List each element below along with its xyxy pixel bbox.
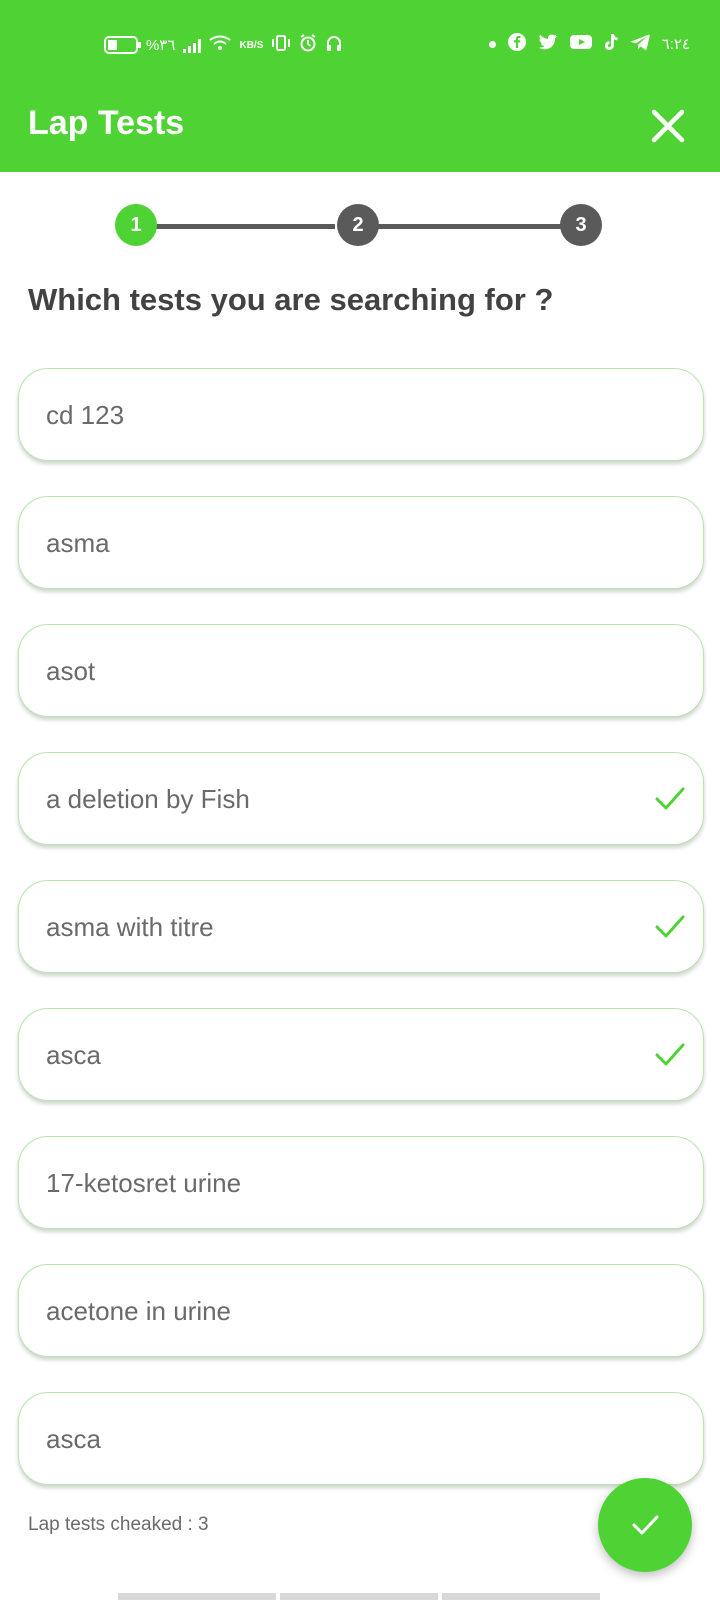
test-item[interactable]: asma <box>18 496 704 589</box>
step-number: 2 <box>352 213 364 236</box>
youtube-icon <box>569 34 592 54</box>
test-item[interactable]: acetone in urine <box>18 1264 704 1357</box>
test-item[interactable]: asot <box>18 624 704 717</box>
test-label: a deletion by Fish <box>46 784 250 814</box>
close-button[interactable] <box>648 106 688 146</box>
notification-dot-icon <box>488 40 496 48</box>
page-title: Lap Tests <box>28 104 185 142</box>
check-icon <box>655 915 685 938</box>
telegram-icon <box>630 34 650 54</box>
step-3[interactable]: 3 <box>560 204 602 246</box>
twitter-icon <box>538 34 558 54</box>
check-icon <box>655 787 685 810</box>
step-1[interactable]: 1 <box>115 204 157 246</box>
bottom-indicator <box>118 1593 600 1600</box>
battery-icon <box>104 36 141 54</box>
signal-icon <box>183 37 202 53</box>
step-number: 3 <box>575 213 587 236</box>
stepper-connector <box>155 224 335 229</box>
status-bar-right: ٦:٢٤ <box>488 33 690 55</box>
test-item[interactable]: 17-ketosret urine <box>18 1136 704 1229</box>
network-speed: KB/S <box>239 39 264 51</box>
test-label: asca <box>46 1424 101 1454</box>
indicator-segment <box>118 1593 276 1600</box>
close-icon <box>651 109 685 143</box>
app-bar: %٣٦ KB/S ٦:٢٤ Lap Tests <box>0 0 720 172</box>
check-icon <box>655 1043 685 1066</box>
step-2[interactable]: 2 <box>337 204 379 246</box>
check-icon <box>632 1515 659 1535</box>
test-label: asma <box>46 528 110 558</box>
test-label: acetone in urine <box>46 1296 232 1326</box>
test-item[interactable]: asca <box>18 1392 704 1485</box>
test-label: asca <box>46 1040 101 1070</box>
progress-stepper: 1 2 3 <box>115 204 605 248</box>
stepper-connector <box>377 224 563 229</box>
wifi-icon <box>209 35 232 55</box>
test-label: asot <box>46 656 96 686</box>
test-label: cd 123 <box>46 400 125 430</box>
test-item[interactable]: asca <box>18 1008 704 1101</box>
test-label: asma with titre <box>46 912 214 942</box>
indicator-segment <box>442 1593 600 1600</box>
step-number: 1 <box>130 213 142 236</box>
vibrate-icon <box>271 35 291 55</box>
test-list: cd 123 asma asot a deletion by Fish asma wit… <box>18 368 704 1520</box>
test-item[interactable]: cd 123 <box>18 368 704 461</box>
clock-time: ٦:٢٤ <box>661 36 690 53</box>
question-heading: Which tests you are searching for ? <box>28 282 554 317</box>
headset-icon <box>325 34 343 56</box>
indicator-segment <box>280 1593 438 1600</box>
checked-count-label: Lap tests cheaked : 3 <box>28 1514 209 1535</box>
confirm-button[interactable] <box>598 1478 692 1572</box>
test-item[interactable]: asma with titre <box>18 880 704 973</box>
alarm-icon <box>299 34 317 56</box>
test-item[interactable]: a deletion by Fish <box>18 752 704 845</box>
tiktok-icon <box>604 33 618 55</box>
test-label: 17-ketosret urine <box>46 1168 242 1198</box>
battery-percent: %٣٦ <box>146 37 176 54</box>
status-bar: %٣٦ KB/S ٦:٢٤ <box>0 0 720 92</box>
status-bar-left: %٣٦ KB/S <box>104 34 343 56</box>
facebook-icon <box>507 33 526 55</box>
